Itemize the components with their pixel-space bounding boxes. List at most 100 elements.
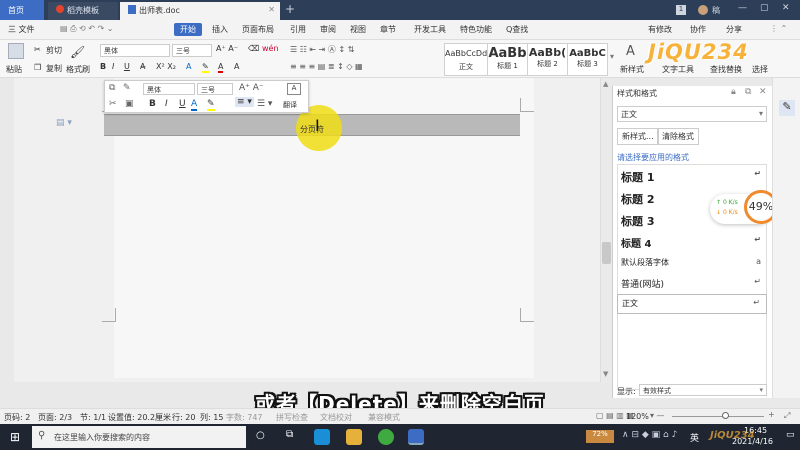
align-icons[interactable]: ≡ ≡ ≡ ▤ ≣ ↕ ◇ ▦ <box>290 62 363 71</box>
page-number[interactable]: 页码: 2 <box>4 412 30 423</box>
new-style-pane-button[interactable]: 新样式... <box>617 128 659 145</box>
vertical-scrollbar[interactable]: ▲ ▼ <box>600 78 612 382</box>
size-select[interactable]: 三号 <box>172 44 212 57</box>
maximize-icon[interactable]: ▢ <box>760 3 769 13</box>
paragraph-handle-icon[interactable]: ▤ ▾ <box>56 118 72 128</box>
cortana-icon[interactable]: ○ <box>256 430 265 441</box>
wps-writer-icon[interactable] <box>408 429 424 445</box>
text-tools-button[interactable]: 文字工具 <box>662 64 694 75</box>
pane-close-icon[interactable]: ✕ <box>759 87 767 97</box>
word-count[interactable]: 字数: 747 <box>226 412 263 423</box>
task-view-icon[interactable]: ⧉ <box>286 429 293 440</box>
battery-widget[interactable]: 72% <box>586 430 614 443</box>
menu-page-layout[interactable]: 页面布局 <box>242 24 274 35</box>
zoom-level[interactable]: 120% <box>626 412 649 421</box>
float-size-select[interactable]: 三号 <box>197 83 233 95</box>
spell-check-button[interactable]: 拼写检查 <box>276 412 308 423</box>
windows-start-icon[interactable]: ⊞ <box>10 430 20 444</box>
highlight-icon[interactable]: ✎ <box>202 62 209 73</box>
format-painter-icon[interactable]: 🖌 <box>70 45 85 59</box>
file-menu[interactable]: 三 文件 <box>8 24 35 35</box>
style-item-normal[interactable]: 正文 ↵ <box>617 294 767 314</box>
float-font-color-icon[interactable]: A <box>191 99 198 111</box>
clear-format-pane-button[interactable]: 清除格式 <box>657 128 699 145</box>
pane-restore-icon[interactable]: ⧉ <box>745 87 751 97</box>
current-style-select[interactable]: 正文 ▾ <box>617 106 767 122</box>
search-menu[interactable]: Q查找 <box>506 24 528 35</box>
list-icons[interactable]: ☰ ☷ ⇤ ⇥ Ⓐ ↕ ⇅ <box>290 44 354 55</box>
strikethrough-icon[interactable]: A̶ <box>140 62 145 71</box>
menu-features[interactable]: 特色功能 <box>460 24 492 35</box>
superscript-icon[interactable]: X² X₂ <box>156 62 176 71</box>
style-item-heading-1[interactable]: 标题 1 ↵ <box>617 166 767 186</box>
float-copy-icon[interactable]: ⧉ <box>109 83 115 93</box>
close-tab-icon[interactable]: ✕ <box>268 5 275 14</box>
translate-button[interactable]: 翻译 <box>283 100 297 110</box>
page-count[interactable]: 页面: 2/3 <box>38 412 72 423</box>
float-font-select[interactable]: 黑体 <box>143 83 195 95</box>
zoom-slider-thumb[interactable] <box>722 412 730 419</box>
italic-icon[interactable]: I <box>112 62 114 71</box>
collab-button[interactable]: 协作 <box>690 24 706 35</box>
pen-tool-icon[interactable]: ✎ <box>779 100 795 116</box>
bold-icon[interactable]: B <box>100 62 106 71</box>
find-replace-button[interactable]: 查找替换 <box>710 64 742 75</box>
menu-review[interactable]: 审阅 <box>320 24 336 35</box>
notification-icon[interactable]: ▭ <box>786 430 795 440</box>
style-item-heading-4[interactable]: 标题 4 ↵ <box>617 232 767 252</box>
menu-chapter[interactable]: 章节 <box>380 24 396 35</box>
zoom-slider[interactable] <box>672 416 764 417</box>
more-icon[interactable]: ⋮ ⌃ <box>770 24 787 33</box>
scrollbar-thumb[interactable] <box>602 242 611 264</box>
phonetic-icon[interactable]: wén <box>262 44 279 53</box>
menu-references[interactable]: 引用 <box>290 24 306 35</box>
style-heading-1[interactable]: AaBb 标题 1 <box>488 43 528 76</box>
float-paint-icon[interactable]: ✎ <box>123 83 131 93</box>
font-select[interactable]: 黑体 <box>100 44 170 57</box>
menu-home[interactable]: 开始 <box>174 23 202 36</box>
menu-developer[interactable]: 开发工具 <box>414 24 446 35</box>
new-style-icon[interactable]: A <box>626 44 635 59</box>
pane-pin-icon[interactable]: 🔒︎ <box>731 87 736 97</box>
tab-templates[interactable]: 稻壳模板 <box>48 2 118 20</box>
proofread-button[interactable]: 文档校对 <box>320 412 352 423</box>
close-window-icon[interactable]: ✕ <box>782 3 790 13</box>
style-item-default-font[interactable]: 默认段落字体 a <box>617 254 767 274</box>
paste-label[interactable]: 粘贴 <box>6 64 22 75</box>
quick-access-icons[interactable]: ▤ ⎙ ⟲ ↶ ↷ ⌄ <box>60 24 114 34</box>
zoom-dropdown-icon[interactable]: ▾ — <box>650 411 665 420</box>
browser-icon[interactable] <box>378 429 394 445</box>
grow-font-icon[interactable]: A⁺ A⁻ <box>216 44 238 53</box>
format-painter-button[interactable]: 格式刷 <box>66 64 90 75</box>
tray-icons[interactable]: ∧ ⊟ ◆ ▣ ⌂ ♪ <box>622 430 677 440</box>
fit-page-icon[interactable]: ⤢ <box>784 411 790 421</box>
unsaved-status[interactable]: 有修改 <box>648 24 672 35</box>
float-bold-icon[interactable]: B <box>149 99 156 109</box>
ime-indicator[interactable]: 英 <box>690 431 699 444</box>
tab-document[interactable]: 出师表.doc ✕ <box>120 2 280 20</box>
clear-format-icon[interactable]: ⌫ <box>248 44 259 53</box>
text-effect-icon[interactable]: A <box>186 62 191 71</box>
translate-icon[interactable]: A <box>287 83 301 95</box>
select-button[interactable]: 选择 <box>752 64 768 75</box>
float-underline-icon[interactable]: U <box>179 99 186 109</box>
minimize-icon[interactable]: — <box>738 3 747 13</box>
new-style-button[interactable]: 新样式 <box>620 64 644 75</box>
float-align-icon[interactable]: ≡ ▾ <box>235 97 254 107</box>
float-cut-icon[interactable]: ✂ <box>109 99 117 109</box>
styles-expand-icon[interactable]: ▾ <box>610 52 614 61</box>
style-heading-2[interactable]: AaBb( 标题 2 <box>528 43 568 76</box>
float-grow-font-icon[interactable]: A⁺ A⁻ <box>239 83 264 93</box>
style-item-normal-web[interactable]: 普通(网站) ↵ <box>617 274 767 294</box>
share-button[interactable]: 分享 <box>726 24 742 35</box>
menu-view[interactable]: 视图 <box>350 24 366 35</box>
float-italic-icon[interactable]: I <box>165 99 168 109</box>
edge-icon[interactable] <box>314 429 330 445</box>
paste-icon[interactable] <box>8 43 24 59</box>
menu-insert[interactable]: 插入 <box>212 24 228 35</box>
scroll-up-icon[interactable]: ▲ <box>603 80 608 88</box>
zoom-in-icon[interactable]: + <box>768 410 775 419</box>
scroll-down-icon[interactable]: ▼ <box>603 370 608 378</box>
style-normal[interactable]: AaBbCcDd 正文 <box>444 43 488 76</box>
file-explorer-icon[interactable] <box>346 429 362 445</box>
